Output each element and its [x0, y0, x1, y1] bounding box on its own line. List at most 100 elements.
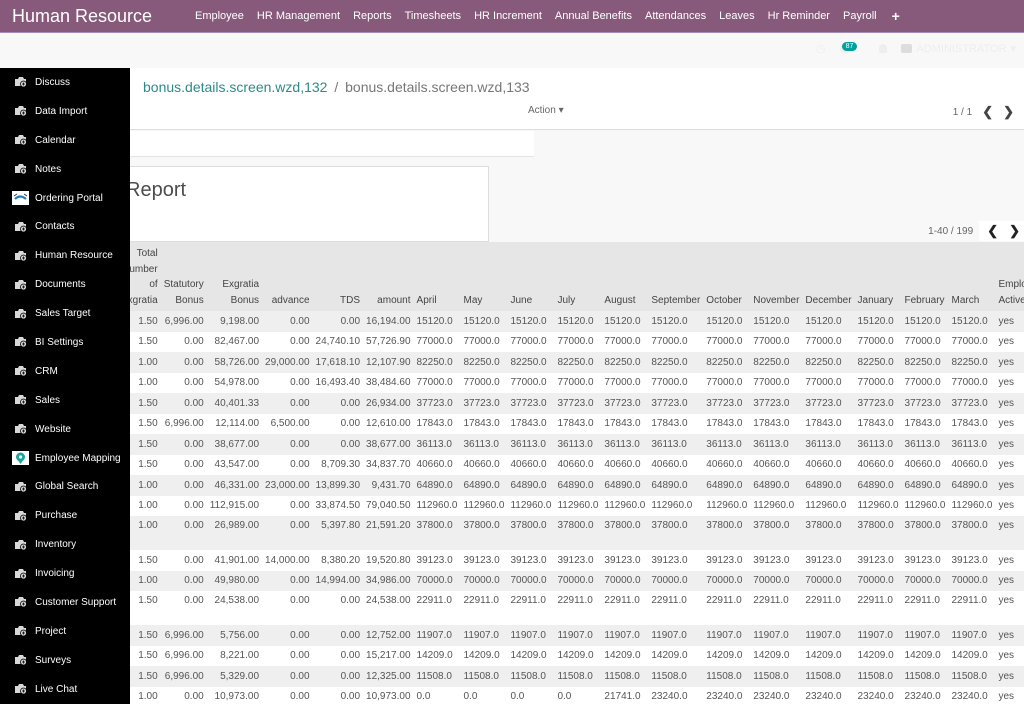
- app-brand[interactable]: Human Resource: [12, 6, 182, 27]
- sidebar-item-employee-mapping[interactable]: Employee Mapping: [0, 444, 130, 473]
- list-previous-button[interactable]: ❮: [987, 223, 998, 239]
- sidebar-item-discuss[interactable]: Discuss: [0, 68, 130, 97]
- table-cell: 17843.0: [413, 413, 461, 434]
- menu-item-payroll[interactable]: Payroll: [843, 10, 877, 22]
- plus-icon[interactable]: +: [892, 8, 900, 24]
- action-dropdown[interactable]: Action ▾: [528, 105, 564, 116]
- sidebar-item-inventory[interactable]: Inventory: [0, 530, 130, 559]
- table-cell: 40,401.33: [206, 393, 263, 414]
- column-header[interactable]: Statutory Bonus: [160, 242, 207, 311]
- table-row[interactable]: 1.50 0.00 40,401.33 0.00 0.00 26,934.00 37723.…: [130, 393, 1024, 414]
- column-header[interactable]: September: [648, 242, 704, 311]
- column-header[interactable]: December: [802, 242, 855, 311]
- user-menu[interactable]: ADMINISTRATOR ▾: [901, 42, 1016, 55]
- table-cell: 11907.0: [750, 625, 803, 646]
- column-header[interactable]: October: [703, 242, 751, 311]
- column-header[interactable]: advance: [262, 242, 313, 311]
- list-pager-value[interactable]: 1-40 / 199: [928, 226, 973, 237]
- sidebar-item-invoicing[interactable]: Invoicing: [0, 559, 130, 588]
- table-row[interactable]: 1.50 6,996.00 5,756.00 0.00 0.00 12,752.00 119…: [130, 625, 1024, 646]
- report-table-container[interactable]: Total Number of ExgratiaStatutory BonusE…: [130, 242, 1024, 704]
- breadcrumb-parent-link[interactable]: bonus.details.screen.wzd,132: [143, 79, 327, 95]
- menu-item-hr-reminder[interactable]: Hr Reminder: [768, 10, 830, 22]
- pager-previous-button[interactable]: ❮: [982, 104, 993, 120]
- table-cell: 37723.0: [554, 393, 602, 414]
- column-header[interactable]: Exgratia Bonus: [206, 242, 263, 311]
- table-row[interactable]: 1.00 0.00 112,915.00 0.00 33,874.50 79,040.50…: [130, 495, 1024, 516]
- table-cell: 0.00: [262, 625, 313, 646]
- messages-button[interactable]: 87: [839, 42, 866, 53]
- table-row[interactable]: 1.50 0.00 38,677.00 0.00 0.00 38,677.00 36113.…: [130, 434, 1024, 455]
- table-row[interactable]: 1.00 0.00 54,978.00 0.00 16,493.40 38,484.60 7…: [130, 372, 1024, 393]
- table-row[interactable]: 1.50 0.00 82,467.00 0.00 24,740.10 57,726.90 7…: [130, 331, 1024, 352]
- list-next-button[interactable]: ❯: [1009, 223, 1020, 239]
- table-cell: 0.00: [160, 352, 207, 373]
- pager-next-button[interactable]: ❯: [1003, 104, 1014, 120]
- table-cell: 37800.0: [413, 516, 461, 550]
- menu-item-hr-management[interactable]: HR Management: [257, 10, 340, 22]
- table-cell: yes: [995, 591, 1024, 625]
- sidebar-item-purchase[interactable]: Purchase: [0, 501, 130, 530]
- column-header[interactable]: TDS: [312, 242, 364, 311]
- table-row[interactable]: 1.50 0.00 24,538.00 0.00 0.00 24,538.00 22911.…: [130, 591, 1024, 625]
- column-header[interactable]: amount: [363, 242, 414, 311]
- sidebar-item-human-resource[interactable]: Human Resource: [0, 241, 130, 270]
- menu-item-employee[interactable]: Employee: [195, 10, 244, 22]
- column-header[interactable]: January: [854, 242, 902, 311]
- menu-item-reports[interactable]: Reports: [353, 10, 392, 22]
- sidebar-item-sales-target[interactable]: Sales Target: [0, 299, 130, 328]
- column-header[interactable]: March: [948, 242, 996, 311]
- column-header[interactable]: June: [507, 242, 555, 311]
- table-row[interactable]: 1.00 0.00 49,980.00 0.00 14,994.00 34,986.00 7…: [130, 570, 1024, 591]
- column-header[interactable]: July: [554, 242, 602, 311]
- notification-bell-icon[interactable]: [879, 44, 888, 53]
- table-cell: 37800.0: [948, 516, 996, 550]
- column-header[interactable]: Employee Active: [995, 242, 1024, 311]
- column-header[interactable]: November: [750, 242, 803, 311]
- table-cell: 0.00: [262, 645, 313, 666]
- sidebar-item-ordering-portal[interactable]: Ordering Portal: [0, 184, 130, 213]
- menu-item-timesheets[interactable]: Timesheets: [405, 10, 461, 22]
- menu-item-annual-benefits[interactable]: Annual Benefits: [555, 10, 632, 22]
- sidebar-item-global-search[interactable]: Global Search: [0, 472, 130, 501]
- sidebar-item-crm[interactable]: CRM: [0, 357, 130, 386]
- column-header[interactable]: August: [601, 242, 649, 311]
- menu-item-leaves[interactable]: Leaves: [719, 10, 754, 22]
- sidebar-item-live-chat[interactable]: Live Chat: [0, 675, 130, 704]
- table-row[interactable]: 1.50 0.00 43,547.00 0.00 8,709.30 34,837.70 40…: [130, 454, 1024, 475]
- sidebar-item-notes[interactable]: Notes: [0, 155, 130, 184]
- table-cell: 70000.0: [413, 570, 461, 591]
- column-header[interactable]: February: [901, 242, 949, 311]
- sidebar-item-data-import[interactable]: Data Import: [0, 97, 130, 126]
- table-row[interactable]: 1.50 0.00 41,901.00 14,000.00 8,380.20 19,520…: [130, 550, 1024, 571]
- sidebar-item-contacts[interactable]: Contacts: [0, 212, 130, 241]
- sidebar-item-customer-support[interactable]: Customer Support: [0, 588, 130, 617]
- sidebar-item-project[interactable]: Project: [0, 617, 130, 646]
- sidebar-item-documents[interactable]: Documents: [0, 270, 130, 299]
- menu-item-hr-increment[interactable]: HR Increment: [474, 10, 542, 22]
- table-row[interactable]: 1.50 6,996.00 12,114.00 6,500.00 0.00 12,610.…: [130, 413, 1024, 434]
- table-row[interactable]: 1.00 0.00 26,989.00 0.00 5,397.80 21,591.20 37…: [130, 516, 1024, 550]
- table-row[interactable]: 1.50 6,996.00 8,221.00 0.00 0.00 15,217.00 142…: [130, 645, 1024, 666]
- table-row[interactable]: 1.00 0.00 58,726.00 29,000.00 17,618.10 12,10…: [130, 352, 1024, 373]
- table-cell: 11907.0: [802, 625, 855, 646]
- pager-value[interactable]: 1 / 1: [953, 107, 972, 118]
- column-header[interactable]: Total Number of Exgratia: [130, 242, 161, 311]
- table-cell: 40660.0: [703, 454, 751, 475]
- sidebar-item-calendar[interactable]: Calendar: [0, 126, 130, 155]
- table-row[interactable]: 1.50 6,996.00 5,329.00 0.00 0.00 12,325.00 115…: [130, 666, 1024, 687]
- menu-item-attendances[interactable]: Attendances: [645, 10, 706, 22]
- column-header[interactable]: May: [460, 242, 508, 311]
- column-header[interactable]: April: [413, 242, 461, 311]
- table-row[interactable]: 1.00 0.00 46,331.00 23,000.00 13,899.30 9,431…: [130, 475, 1024, 496]
- table-row[interactable]: 1.50 6,996.00 9,198.00 0.00 0.00 16,194.00 151…: [130, 311, 1024, 332]
- table-cell: yes: [995, 645, 1024, 666]
- sidebar-item-surveys[interactable]: Surveys: [0, 646, 130, 675]
- sidebar-item-sales[interactable]: Sales: [0, 386, 130, 415]
- sidebar-item-website[interactable]: Website: [0, 415, 130, 444]
- clock-icon[interactable]: ◷: [816, 42, 826, 55]
- sidebar-item-label: Ordering Portal: [35, 192, 103, 204]
- table-cell: yes: [995, 352, 1024, 373]
- table-row[interactable]: 1.00 0.00 10,973.00 0.00 0.00 10,973.00 0.0 0.0…: [130, 686, 1024, 704]
- sidebar-item-bi-settings[interactable]: BI Settings: [0, 328, 130, 357]
